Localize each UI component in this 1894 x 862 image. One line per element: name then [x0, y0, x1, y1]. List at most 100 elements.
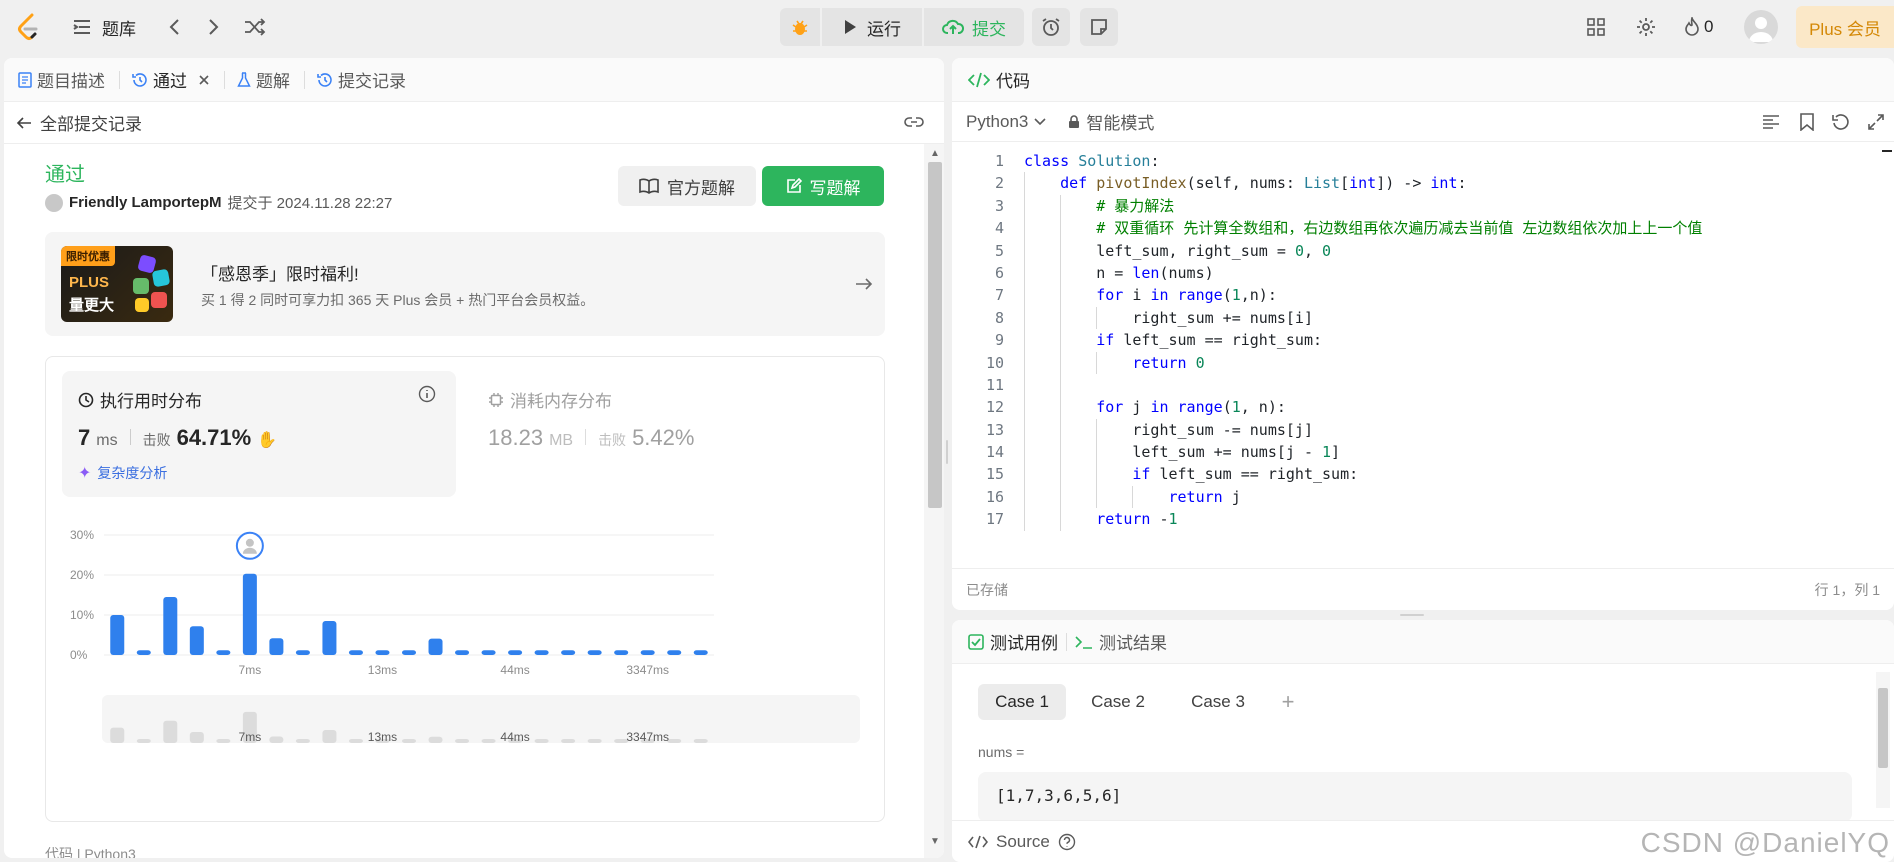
- divider: [129, 429, 131, 445]
- link-icon[interactable]: [904, 116, 924, 130]
- tab-submissions[interactable]: 提交记录: [317, 67, 406, 92]
- code-line[interactable]: 3 # 暴力解法: [952, 195, 1894, 217]
- random-problem-button[interactable]: [242, 14, 268, 40]
- code-text: for j in range(1, n):: [1096, 398, 1286, 417]
- next-problem-button[interactable]: [202, 14, 226, 40]
- author-name[interactable]: Friendly LamportepM: [69, 194, 222, 211]
- code-line[interactable]: 10 return 0: [952, 352, 1894, 374]
- case-tab-3-label: Case 3: [1191, 692, 1245, 711]
- author-avatar[interactable]: [45, 193, 63, 212]
- vertical-resize-handle[interactable]: [946, 440, 948, 464]
- case-tab-3[interactable]: Case 3: [1178, 684, 1258, 720]
- plus-membership-button[interactable]: Plus 会员: [1796, 6, 1894, 48]
- run-button[interactable]: 运行: [822, 8, 922, 46]
- chip-icon: [489, 392, 503, 407]
- chart-bar: [455, 650, 470, 655]
- x-tick-label: 3347ms: [626, 663, 669, 677]
- leetcode-logo[interactable]: [14, 12, 44, 42]
- code-editor[interactable]: 1 class Solution: 2 def pivotIndex(self, n…: [952, 150, 1894, 531]
- code-line[interactable]: 13 right_sum -= nums[j]: [952, 419, 1894, 441]
- note-icon: [1091, 19, 1107, 35]
- left-scrollbar-thumb[interactable]: [928, 162, 942, 508]
- code-text: return -1: [1096, 510, 1178, 529]
- tab-accepted[interactable]: 通过: [132, 67, 210, 92]
- timer-button[interactable]: [1032, 8, 1070, 46]
- submission-panel: 题目描述 通过 题解 提交记录 全部提交记录 ▲ ▼ 通过 Friendly L…: [4, 58, 944, 858]
- scroll-up-icon[interactable]: ▲: [930, 148, 940, 159]
- notes-button[interactable]: [1080, 8, 1118, 46]
- line-number: 2: [994, 174, 1004, 193]
- indent-guide: [1096, 418, 1098, 509]
- layout-button[interactable]: [1584, 14, 1608, 40]
- format-icon[interactable]: [1762, 114, 1780, 130]
- line-number: 3: [994, 196, 1004, 215]
- promo-banner[interactable]: 限时优惠 PLUS 量更大 「感恩季」限时福利! 买 1 得 2 同时可享力扣 …: [45, 232, 885, 336]
- settings-button[interactable]: [1634, 14, 1658, 40]
- reset-icon[interactable]: [1832, 114, 1850, 130]
- code-line[interactable]: 7 for i in range(1,n):: [952, 284, 1894, 306]
- tab-solutions[interactable]: 题解: [237, 67, 290, 92]
- tab-test-result[interactable]: 测试结果: [1075, 629, 1167, 654]
- overview-bar: [110, 727, 125, 743]
- close-icon[interactable]: [198, 74, 210, 86]
- back-to-submissions[interactable]: 全部提交记录: [4, 102, 944, 144]
- write-solution-button[interactable]: 写题解: [762, 166, 884, 206]
- language-label: Python3: [966, 111, 1029, 131]
- add-case-button[interactable]: +: [1276, 684, 1300, 720]
- left-tabs: 题目描述 通过 题解 提交记录: [4, 58, 944, 102]
- test-footer: Source CSDN @DanielYQ: [952, 820, 1894, 862]
- memory-beats: 5.42%: [632, 425, 695, 450]
- line-number: 10: [985, 353, 1004, 372]
- submit-button[interactable]: 提交: [924, 8, 1024, 46]
- chart-bar: [163, 597, 178, 655]
- problem-list-button[interactable]: 题库: [72, 14, 136, 40]
- streak-button[interactable]: 0: [1684, 14, 1713, 40]
- source-label[interactable]: Source: [996, 832, 1050, 852]
- runtime-header: 执行用时分布: [78, 387, 202, 412]
- code-line[interactable]: 14 left_sum += nums[j - 1]: [952, 441, 1894, 463]
- test-tabs: 测试用例 测试结果: [952, 620, 1894, 664]
- runtime-distribution-chart[interactable]: 30% 20% 10% 0% 7ms 13ms 44ms 3347ms 7ms 13ms 44ms 3…: [46, 497, 884, 817]
- code-line[interactable]: 8 right_sum += nums[i]: [952, 307, 1894, 329]
- chevron-down-icon: [1034, 117, 1046, 125]
- language-select[interactable]: Python3: [966, 112, 1046, 132]
- code-language-footer: 代码 | Python3: [45, 846, 136, 858]
- runtime-stats[interactable]: 执行用时分布 7 ms 击败 64.71% ✋ ✦ 复杂度分析: [62, 371, 456, 497]
- code-line[interactable]: 17 return -1: [952, 508, 1894, 530]
- help-icon[interactable]: [1058, 833, 1076, 851]
- memory-stats[interactable]: 消耗内存分布 18.23 MB 击败 5.42%: [472, 371, 866, 497]
- code-line[interactable]: 4 # 双重循环 先计算全数组和，右边数组再依次遍历减去当前值 左边数组依次加上…: [952, 217, 1894, 239]
- scroll-down-icon[interactable]: ▼: [930, 836, 940, 847]
- tab-testcases[interactable]: 测试用例: [968, 629, 1058, 654]
- tab-description[interactable]: 题目描述: [18, 67, 105, 92]
- code-line[interactable]: 16 return j: [952, 486, 1894, 508]
- top-bar: 题库 运行 提交 0 Plus 会员: [0, 0, 1894, 54]
- official-solution-button[interactable]: 官方题解: [618, 166, 756, 206]
- input-value-field[interactable]: [1,7,3,6,5,6]: [978, 772, 1852, 822]
- code-line[interactable]: 12 for j in range(1, n):: [952, 396, 1894, 418]
- code-line[interactable]: 2 def pivotIndex(self, nums: List[int]) …: [952, 172, 1894, 194]
- bookmark-icon[interactable]: [1800, 113, 1814, 131]
- code-line[interactable]: 15 if left_sum == right_sum:: [952, 463, 1894, 485]
- code-line[interactable]: 1 class Solution:: [952, 150, 1894, 172]
- test-scrollbar-thumb[interactable]: [1878, 688, 1888, 768]
- prev-problem-button[interactable]: [162, 14, 186, 40]
- code-line[interactable]: 11: [952, 374, 1894, 396]
- resize-handle[interactable]: [1400, 614, 1424, 616]
- code-line[interactable]: 9 if left_sum == right_sum:: [952, 329, 1894, 351]
- case-tab-1[interactable]: Case 1: [978, 684, 1066, 720]
- editor-statusbar: 已存储 行 1，列 1: [952, 568, 1894, 610]
- smart-mode-toggle[interactable]: 智能模式: [1068, 109, 1154, 134]
- debug-button[interactable]: [780, 8, 820, 46]
- code-line[interactable]: 5 left_sum, right_sum = 0, 0: [952, 240, 1894, 262]
- clock-icon: [78, 392, 94, 407]
- info-icon[interactable]: [418, 385, 436, 403]
- code-text: # 暴力解法: [1096, 196, 1175, 215]
- fullscreen-icon[interactable]: [1868, 114, 1884, 130]
- code-line[interactable]: 6 n = len(nums): [952, 262, 1894, 284]
- case-tab-2[interactable]: Case 2: [1078, 684, 1158, 720]
- complexity-analysis-link[interactable]: ✦ 复杂度分析: [78, 463, 167, 483]
- chart-bar: [402, 650, 416, 655]
- memory-value: 18.23: [488, 425, 544, 450]
- avatar[interactable]: [1744, 10, 1778, 44]
